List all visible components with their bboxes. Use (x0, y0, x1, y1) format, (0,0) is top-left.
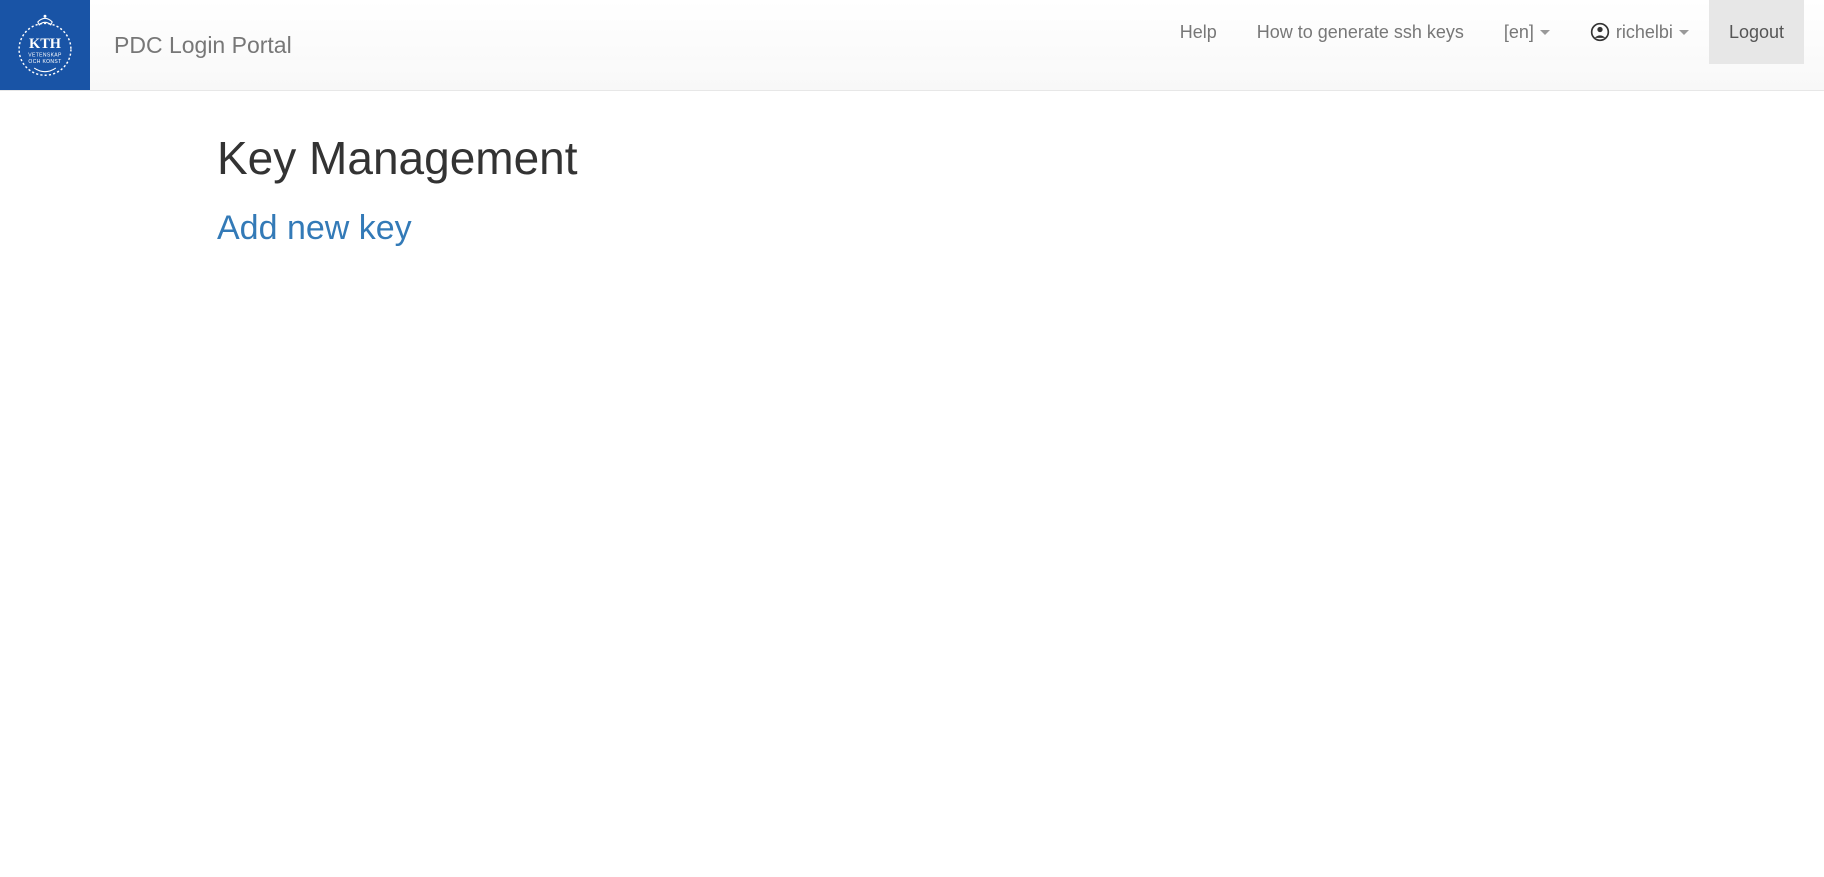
nav-how-to-label: How to generate ssh keys (1257, 22, 1464, 43)
page-title: Key Management (217, 131, 1607, 185)
main-container: Key Management Add new key (177, 91, 1647, 278)
nav-logout[interactable]: Logout (1709, 0, 1804, 64)
user-circle-icon (1590, 22, 1610, 42)
svg-text:VETENSKAP: VETENSKAP (28, 53, 62, 59)
navbar-right: Help How to generate ssh keys [en] riche… (1160, 0, 1824, 90)
nav-user-dropdown[interactable]: richelbi (1570, 0, 1709, 64)
nav-help-label: Help (1180, 22, 1217, 43)
brand-title[interactable]: PDC Login Portal (114, 32, 292, 59)
kth-logo[interactable]: KTH VETENSKAP OCH KONST (0, 0, 90, 90)
nav-how-to-ssh[interactable]: How to generate ssh keys (1237, 0, 1484, 64)
nav-username-label: richelbi (1616, 22, 1673, 43)
svg-text:KTH: KTH (29, 36, 61, 52)
svg-text:OCH KONST: OCH KONST (28, 59, 61, 65)
add-new-key-link[interactable]: Add new key (217, 209, 412, 248)
top-navbar: KTH VETENSKAP OCH KONST PDC Login Portal… (0, 0, 1824, 91)
kth-crest-icon: KTH VETENSKAP OCH KONST (9, 9, 81, 81)
nav-language-label: [en] (1504, 22, 1534, 43)
nav-language-dropdown[interactable]: [en] (1484, 0, 1570, 64)
navbar-left: KTH VETENSKAP OCH KONST PDC Login Portal (20, 0, 292, 90)
caret-down-icon (1679, 30, 1689, 35)
nav-help[interactable]: Help (1160, 0, 1237, 64)
nav-logout-label: Logout (1729, 22, 1784, 43)
caret-down-icon (1540, 30, 1550, 35)
